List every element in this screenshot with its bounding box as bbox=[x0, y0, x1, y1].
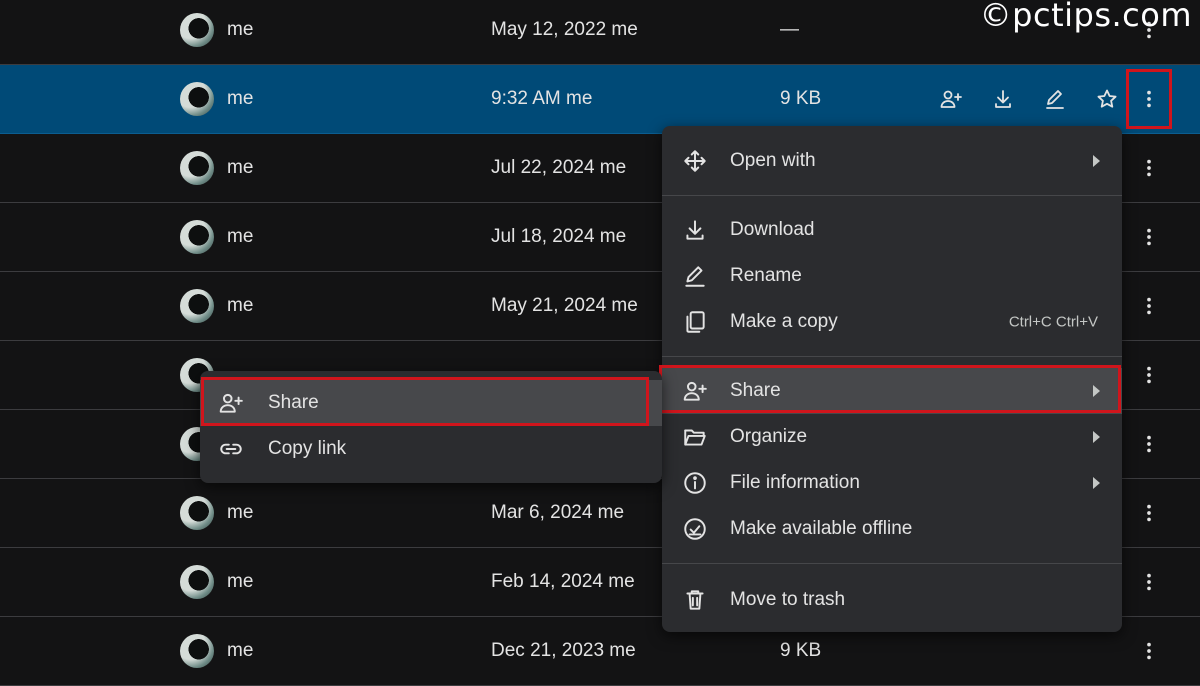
more-actions-button[interactable] bbox=[1126, 552, 1172, 612]
menu-item-label: Copy link bbox=[268, 438, 347, 459]
submenu-arrow-icon bbox=[1093, 385, 1100, 397]
menu-item-download[interactable]: Download bbox=[662, 207, 1122, 253]
avatar bbox=[180, 220, 214, 254]
last-modified-cell: 9:32 AM me bbox=[491, 88, 593, 109]
owner-cell: me bbox=[227, 295, 254, 316]
file-context-menu: Open with Download Rename Make a copy Ct… bbox=[662, 126, 1122, 632]
avatar bbox=[180, 13, 214, 47]
owner-cell: me bbox=[227, 19, 254, 40]
more-vert-icon bbox=[1147, 642, 1151, 660]
more-actions-button[interactable] bbox=[1126, 621, 1172, 681]
owner-cell: me bbox=[227, 571, 254, 592]
more-actions-button[interactable] bbox=[1126, 138, 1172, 198]
menu-item-label: Organize bbox=[730, 426, 808, 447]
menu-item-label: Open with bbox=[730, 150, 816, 171]
more-vert-icon bbox=[1147, 297, 1151, 315]
menu-divider bbox=[662, 563, 1122, 564]
menu-item-organize[interactable]: Organize bbox=[662, 414, 1122, 460]
link-icon bbox=[218, 436, 244, 462]
menu-item-file-information[interactable]: File information bbox=[662, 460, 1122, 506]
submenu-arrow-icon bbox=[1093, 431, 1100, 443]
owner-cell: me bbox=[227, 502, 254, 523]
more-vert-icon bbox=[1147, 504, 1151, 522]
submenu-item-share[interactable]: Share bbox=[200, 380, 662, 426]
menu-item-share[interactable]: Share bbox=[662, 368, 1122, 414]
avatar bbox=[180, 289, 214, 323]
menu-item-move-to-trash[interactable]: Move to trash bbox=[662, 577, 1122, 623]
share-icon bbox=[682, 378, 708, 404]
menu-divider bbox=[662, 195, 1122, 196]
menu-item-make-available-offline[interactable]: Make available offline bbox=[662, 506, 1122, 552]
menu-item-label: Rename bbox=[730, 265, 802, 286]
watermark: ©pctips.com bbox=[979, 0, 1192, 34]
move-arrows-icon bbox=[682, 148, 708, 174]
menu-item-label: Make available offline bbox=[730, 518, 913, 539]
more-vert-icon bbox=[1147, 159, 1151, 177]
more-vert-icon bbox=[1147, 366, 1151, 384]
avatar bbox=[180, 565, 214, 599]
download-icon bbox=[995, 90, 1011, 108]
more-vert-icon bbox=[1147, 435, 1151, 453]
offline-icon bbox=[682, 516, 708, 542]
download-icon bbox=[682, 217, 708, 243]
more-actions-button[interactable] bbox=[1126, 207, 1172, 267]
last-modified-cell: Jul 22, 2024 me bbox=[491, 157, 627, 178]
file-size-cell: — bbox=[780, 19, 799, 40]
owner-cell: me bbox=[227, 157, 254, 178]
row-quick-actions bbox=[925, 79, 1133, 119]
more-vert-icon bbox=[1147, 228, 1151, 246]
menu-item-open-with[interactable]: Open with bbox=[662, 138, 1122, 184]
rename-button[interactable] bbox=[1029, 79, 1081, 119]
share-submenu: Share Copy link bbox=[200, 371, 662, 483]
owner-cell: me bbox=[227, 88, 254, 109]
share-icon bbox=[218, 390, 244, 416]
download-button[interactable] bbox=[977, 79, 1029, 119]
menu-item-label: Download bbox=[730, 219, 815, 240]
avatar bbox=[180, 634, 214, 668]
info-icon bbox=[682, 470, 708, 496]
last-modified-cell: Mar 6, 2024 me bbox=[491, 502, 625, 523]
menu-item-label: File information bbox=[730, 472, 860, 493]
file-size-cell: 9 KB bbox=[780, 640, 822, 661]
rename-icon bbox=[682, 263, 708, 289]
avatar bbox=[180, 82, 214, 116]
keyboard-shortcut: Ctrl+C Ctrl+V bbox=[1008, 313, 1098, 331]
last-modified-cell: Jul 18, 2024 me bbox=[491, 226, 627, 247]
more-vert-icon bbox=[1147, 90, 1151, 108]
rename-icon bbox=[1046, 90, 1064, 109]
avatar bbox=[180, 151, 214, 185]
copy-icon bbox=[682, 309, 708, 335]
trash-icon bbox=[682, 587, 708, 613]
submenu-arrow-icon bbox=[1093, 477, 1100, 489]
menu-item-label: Share bbox=[730, 380, 781, 401]
menu-divider bbox=[662, 356, 1122, 357]
more-actions-button[interactable] bbox=[1126, 483, 1172, 543]
more-actions-button[interactable] bbox=[1126, 345, 1172, 405]
share-button[interactable] bbox=[925, 79, 977, 119]
menu-item-label: Move to trash bbox=[730, 589, 846, 610]
table-row-selected[interactable]: me 9:32 AM me 9 KB bbox=[0, 65, 1200, 134]
more-actions-button[interactable] bbox=[1126, 69, 1172, 129]
menu-item-rename[interactable]: Rename bbox=[662, 253, 1122, 299]
avatar bbox=[180, 496, 214, 530]
star-icon bbox=[1097, 89, 1117, 108]
share-icon bbox=[940, 90, 962, 108]
more-actions-button[interactable] bbox=[1126, 414, 1172, 474]
owner-cell: me bbox=[227, 226, 254, 247]
submenu-arrow-icon bbox=[1093, 155, 1100, 167]
last-modified-cell: Dec 21, 2023 me bbox=[491, 640, 636, 661]
last-modified-cell: May 12, 2022 me bbox=[491, 19, 638, 40]
menu-item-make-a-copy[interactable]: Make a copy Ctrl+C Ctrl+V bbox=[662, 299, 1122, 345]
submenu-item-copy-link[interactable]: Copy link bbox=[200, 426, 662, 472]
owner-cell: me bbox=[227, 640, 254, 661]
menu-item-label: Share bbox=[268, 392, 319, 413]
last-modified-cell: May 21, 2024 me bbox=[491, 295, 638, 316]
file-size-cell: 9 KB bbox=[780, 88, 822, 109]
more-actions-button[interactable] bbox=[1126, 276, 1172, 336]
last-modified-cell: Feb 14, 2024 me bbox=[491, 571, 635, 592]
more-vert-icon bbox=[1147, 573, 1151, 591]
folder-open-icon bbox=[682, 424, 708, 450]
menu-item-label: Make a copy bbox=[730, 311, 838, 332]
